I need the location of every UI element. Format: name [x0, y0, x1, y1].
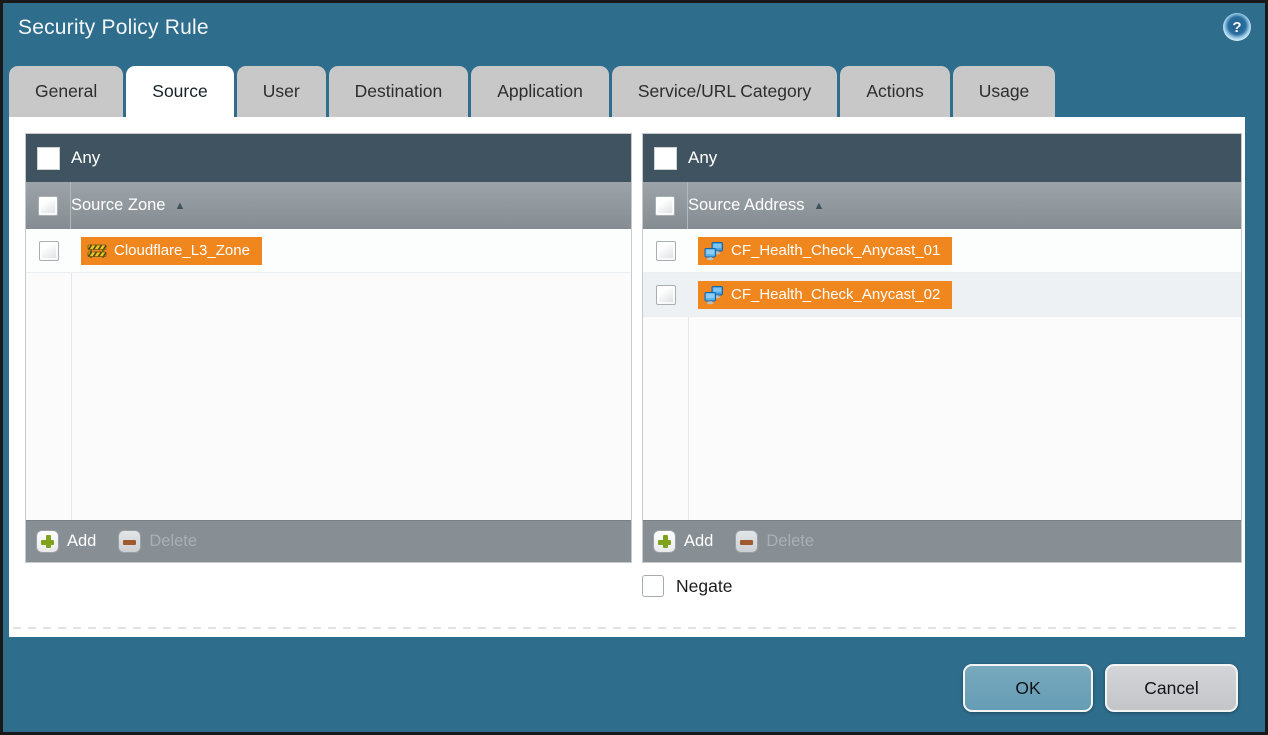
tab-service-url-category[interactable]: Service/URL Category [612, 66, 837, 117]
source-address-rows: CF_Health_Check_Anycast_01 [643, 229, 1241, 520]
address-icon [704, 241, 724, 261]
delete-icon [735, 530, 758, 553]
delete-button[interactable]: Delete [118, 530, 197, 553]
source-zone-rows: Cloudflare_L3_Zone [26, 229, 631, 520]
source-zone-column-header[interactable]: Source Zone ▲ [26, 182, 631, 229]
help-icon[interactable]: ? [1223, 13, 1251, 41]
zone-icon [87, 241, 107, 261]
zone-object-label: Cloudflare_L3_Zone [114, 242, 250, 259]
table-row[interactable]: CF_Health_Check_Anycast_02 [643, 273, 1241, 317]
table-row[interactable]: CF_Health_Check_Anycast_01 [643, 229, 1241, 273]
delete-icon [118, 530, 141, 553]
tab-bar: General Source User Destination Applicat… [9, 66, 1055, 117]
add-label: Add [684, 532, 713, 551]
content-bottom-dots [13, 627, 1241, 629]
add-button[interactable]: Add [653, 530, 713, 553]
row-checkbox[interactable] [656, 241, 676, 261]
negate-label: Negate [676, 576, 732, 597]
tab-destination[interactable]: Destination [329, 66, 469, 117]
source-zone-any-checkbox[interactable] [37, 147, 60, 170]
delete-button[interactable]: Delete [735, 530, 814, 553]
tab-usage[interactable]: Usage [953, 66, 1056, 117]
negate-row: Negate [642, 575, 732, 597]
source-address-column-label: Source Address [688, 196, 804, 215]
address-object-label: CF_Health_Check_Anycast_02 [731, 286, 940, 303]
row-checkbox[interactable] [656, 285, 676, 305]
tab-actions[interactable]: Actions [840, 66, 949, 117]
tab-user[interactable]: User [237, 66, 326, 117]
source-zone-column-label: Source Zone [71, 196, 165, 215]
dialog-frame: Security Policy Rule ? General Source Us… [0, 0, 1268, 735]
tab-source[interactable]: Source [126, 66, 233, 117]
ok-button[interactable]: OK [963, 664, 1093, 712]
security-policy-rule-dialog: Security Policy Rule ? General Source Us… [3, 3, 1265, 732]
address-icon [704, 285, 724, 305]
add-label: Add [67, 532, 96, 551]
add-icon [653, 530, 676, 553]
table-row[interactable]: Cloudflare_L3_Zone [26, 229, 631, 273]
zone-object-chip[interactable]: Cloudflare_L3_Zone [81, 237, 262, 265]
tab-general[interactable]: General [9, 66, 123, 117]
dialog-title: Security Policy Rule [18, 16, 209, 40]
source-address-column-header[interactable]: Source Address ▲ [643, 182, 1241, 229]
tab-application[interactable]: Application [471, 66, 609, 117]
add-button[interactable]: Add [36, 530, 96, 553]
source-address-any-header: Any [643, 134, 1241, 182]
source-zone-any-label: Any [71, 148, 100, 168]
source-address-select-all-checkbox[interactable] [655, 196, 675, 216]
source-zone-select-all-checkbox[interactable] [38, 196, 58, 216]
negate-checkbox[interactable] [642, 575, 664, 597]
source-address-panel: Any Source Address ▲ [642, 133, 1242, 563]
source-address-any-label: Any [688, 148, 717, 168]
add-icon [36, 530, 59, 553]
address-object-label: CF_Health_Check_Anycast_01 [731, 242, 940, 259]
cancel-button[interactable]: Cancel [1105, 664, 1238, 712]
source-address-footer: Add Delete [643, 520, 1241, 562]
source-zone-panel: Any Source Zone ▲ [25, 133, 632, 563]
sort-asc-icon: ▲ [174, 200, 185, 212]
source-address-any-checkbox[interactable] [654, 147, 677, 170]
sort-asc-icon: ▲ [813, 200, 824, 212]
source-zone-footer: Add Delete [26, 520, 631, 562]
delete-label: Delete [149, 532, 197, 551]
address-object-chip[interactable]: CF_Health_Check_Anycast_01 [698, 237, 952, 265]
row-checkbox[interactable] [39, 241, 59, 261]
source-zone-any-header: Any [26, 134, 631, 182]
source-tab-content: Any Source Zone ▲ [9, 117, 1245, 637]
delete-label: Delete [766, 532, 814, 551]
address-object-chip[interactable]: CF_Health_Check_Anycast_02 [698, 281, 952, 309]
